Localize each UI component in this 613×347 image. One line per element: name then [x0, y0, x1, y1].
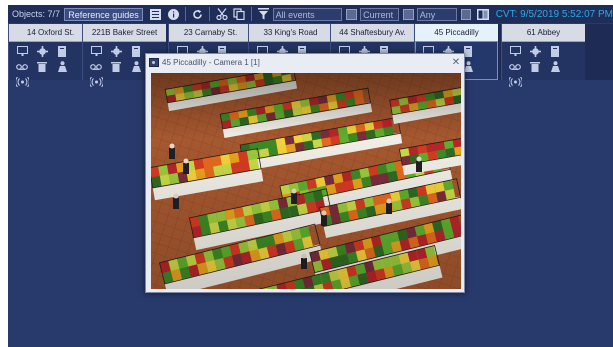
camera-name[interactable]: 44 Shaftesbury Av. [331, 24, 414, 42]
popup-title-bar[interactable]: 45 Piccadilly - Camera 1 [1] ✕ [146, 54, 464, 70]
broadcast-icon[interactable] [508, 74, 522, 89]
list-icon[interactable] [148, 6, 163, 22]
broadcast-icon[interactable] [15, 74, 29, 89]
monitor-icon[interactable] [15, 44, 29, 59]
broadcast-icon[interactable] [89, 74, 103, 89]
objects-count: Objects: 7/7 [12, 9, 61, 19]
camera-actions [9, 42, 92, 91]
toolbar-divider [209, 7, 211, 21]
camera-icon [149, 57, 159, 67]
copy-icon[interactable] [232, 6, 247, 22]
camera-name[interactable]: 221B Baker Street [83, 24, 166, 42]
camera-tile[interactable]: 61 Abbey [501, 24, 585, 87]
toolbar: Objects: 7/7 Reference guides All events… [8, 5, 613, 23]
info-icon[interactable] [165, 6, 180, 22]
person-icon[interactable] [548, 59, 562, 74]
market-scene-image [151, 73, 461, 289]
refresh-icon[interactable] [190, 6, 205, 22]
camera-name[interactable]: 33 King's Road [249, 24, 332, 42]
monitor-icon[interactable] [89, 44, 103, 59]
filter-icon[interactable] [256, 6, 271, 22]
book-icon[interactable] [475, 6, 490, 22]
camera-name[interactable]: 23 Carnaby St. [169, 24, 252, 42]
person-icon[interactable] [55, 59, 69, 74]
camera-tile[interactable]: 14 Oxford St. [8, 24, 92, 87]
event-filter-select[interactable]: All events [272, 7, 343, 21]
gear-icon[interactable] [109, 44, 123, 59]
close-icon[interactable]: ✕ [448, 57, 464, 68]
trash-icon[interactable] [35, 59, 49, 74]
camera-actions [502, 42, 585, 91]
voicemail-icon[interactable] [89, 59, 103, 74]
monitor-icon[interactable] [508, 44, 522, 59]
trash-icon[interactable] [109, 59, 123, 74]
checkbox-icon[interactable] [460, 8, 472, 20]
checkbox-icon[interactable] [402, 8, 414, 20]
person-icon[interactable] [129, 59, 143, 74]
checkbox-icon[interactable] [346, 8, 358, 20]
range-filter-select[interactable]: Any [416, 7, 457, 21]
archive-icon[interactable] [129, 44, 143, 59]
camera-popup-window[interactable]: 45 Piccadilly - Camera 1 [1] ✕ [145, 53, 465, 293]
camera-name[interactable]: 14 Oxford St. [9, 24, 92, 42]
toolbar-divider [184, 7, 186, 21]
gear-icon[interactable] [528, 44, 542, 59]
popup-title: 45 Piccadilly - Camera 1 [1] [162, 57, 260, 67]
voicemail-icon[interactable] [15, 59, 29, 74]
app-window: Objects: 7/7 Reference guides All events… [8, 5, 613, 347]
camera-video-feed[interactable] [151, 73, 461, 289]
toolbar-divider [251, 7, 253, 21]
voicemail-icon[interactable] [508, 59, 522, 74]
gear-icon[interactable] [35, 44, 49, 59]
camera-name[interactable]: 45 Piccadilly [415, 24, 498, 42]
archive-icon[interactable] [548, 44, 562, 59]
reference-guides-button[interactable]: Reference guides [64, 7, 143, 21]
camera-name[interactable]: 61 Abbey [502, 24, 585, 42]
scissors-icon[interactable] [214, 6, 229, 22]
cvt-timestamp: CVT: 9/5/2019 5:52:07 PM [495, 8, 613, 20]
archive-icon[interactable] [55, 44, 69, 59]
time-filter-select[interactable]: Current [360, 7, 399, 21]
trash-icon[interactable] [528, 59, 542, 74]
